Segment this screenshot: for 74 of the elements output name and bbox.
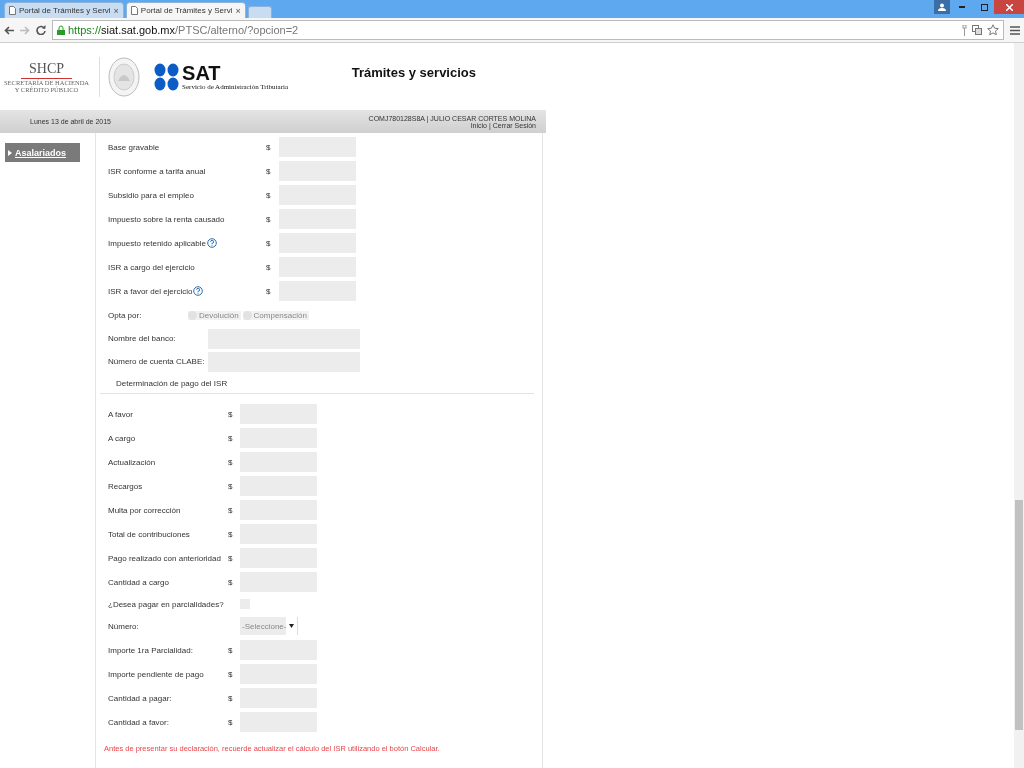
field-label: Opta por: <box>108 310 143 320</box>
page-title: Trámites y servicios <box>351 65 476 80</box>
field-label: A favor <box>108 409 134 419</box>
browser-tab[interactable]: Portal de Trámites y Servi × <box>125 2 246 18</box>
currency-sign: $ <box>228 433 234 443</box>
lock-icon <box>57 25 65 35</box>
field-label: Impuesto sobre la renta causado <box>108 214 225 224</box>
menu-icon[interactable] <box>1010 25 1020 35</box>
field-label: Base gravable <box>108 142 160 152</box>
field-label: ISR a favor del ejercicio <box>108 286 193 296</box>
field-label: Nombre del banco: <box>108 334 177 343</box>
currency-sign: $ <box>266 286 272 296</box>
currency-sign: $ <box>228 457 234 467</box>
help-icon[interactable] <box>206 238 217 248</box>
close-tab-button[interactable]: × <box>235 5 241 16</box>
field-label: ¿Desea pagar en parcialidades? <box>108 599 225 609</box>
currency-sign: $ <box>228 505 234 515</box>
field-label: Pago realizado con anterioridad <box>108 553 222 563</box>
currency-sign: $ <box>228 409 234 419</box>
field-label: Cantidad a cargo <box>108 577 170 587</box>
user-icon <box>938 3 946 11</box>
page-icon <box>130 6 138 15</box>
sat-logo-text: SAT <box>182 62 222 83</box>
currency-sign: $ <box>228 481 234 491</box>
shcp-logo-text: SHCP <box>21 60 73 79</box>
currency-sign: $ <box>228 553 234 563</box>
minimize-icon <box>959 6 965 8</box>
field-label: Cantidad a pagar: <box>108 693 173 703</box>
field-label: Multa por corrección <box>108 505 182 515</box>
field-label: A cargo <box>108 433 137 443</box>
field-label: ISR conforme a tarifa anual <box>108 166 206 176</box>
address-bar[interactable]: https://siat.sat.gob.mx/PTSC/alterno/?opcion=2 <box>52 20 1004 40</box>
browser-tab[interactable]: Portal de Trámites y Servi × <box>4 2 124 18</box>
close-tab-button[interactable]: × <box>113 5 119 16</box>
currency-sign: $ <box>228 717 234 727</box>
page-icon <box>9 6 16 15</box>
help-icon[interactable] <box>193 286 204 296</box>
section-title: Determinación de pago del ISR <box>116 378 228 388</box>
currency-sign: $ <box>228 529 234 539</box>
currency-sign: $ <box>266 142 272 152</box>
field-label: Número de cuenta CLABE: <box>108 357 206 366</box>
field-label: ISR a cargo del ejercicio <box>108 262 195 272</box>
currency-sign: $ <box>228 693 234 703</box>
back-icon[interactable] <box>4 25 14 35</box>
currency-sign: $ <box>266 214 272 224</box>
field-label: Total de contribuciones <box>108 529 191 539</box>
currency-sign: $ <box>266 238 272 248</box>
field-label: Impuesto retenido aplicable <box>108 238 206 248</box>
field-label: Número: <box>108 621 140 631</box>
field-label: Cantidad a favor: <box>108 717 170 727</box>
field-label: Importe 1ra Parcialidad: <box>108 645 194 655</box>
currency-sign: $ <box>266 262 272 272</box>
maximize-icon <box>980 3 988 11</box>
field-label: Recargos <box>108 481 144 491</box>
currency-sign: $ <box>228 669 234 679</box>
currency-sign: $ <box>228 645 234 655</box>
close-button[interactable] <box>994 0 1024 14</box>
key-icon[interactable] <box>962 24 967 36</box>
scrollbar[interactable] <box>1014 43 1024 768</box>
profile-button[interactable] <box>934 0 950 14</box>
currency-sign: $ <box>228 577 234 587</box>
caret-icon <box>289 624 295 628</box>
field-label: Actualización <box>108 457 157 467</box>
field-label: Importe pendiente de pago <box>108 669 205 679</box>
sidebar-item[interactable]: Asalariados <box>5 143 80 162</box>
close-icon <box>1005 3 1013 11</box>
currency-sign: $ <box>266 190 272 200</box>
currency-sign: $ <box>266 166 272 176</box>
seal-icon <box>108 56 141 97</box>
field-label: Subsidio para el empleo <box>108 190 194 200</box>
sat-logo-icon <box>154 62 181 91</box>
reload-icon[interactable] <box>36 25 46 35</box>
caret-icon <box>8 149 12 156</box>
star-icon[interactable] <box>987 24 999 36</box>
